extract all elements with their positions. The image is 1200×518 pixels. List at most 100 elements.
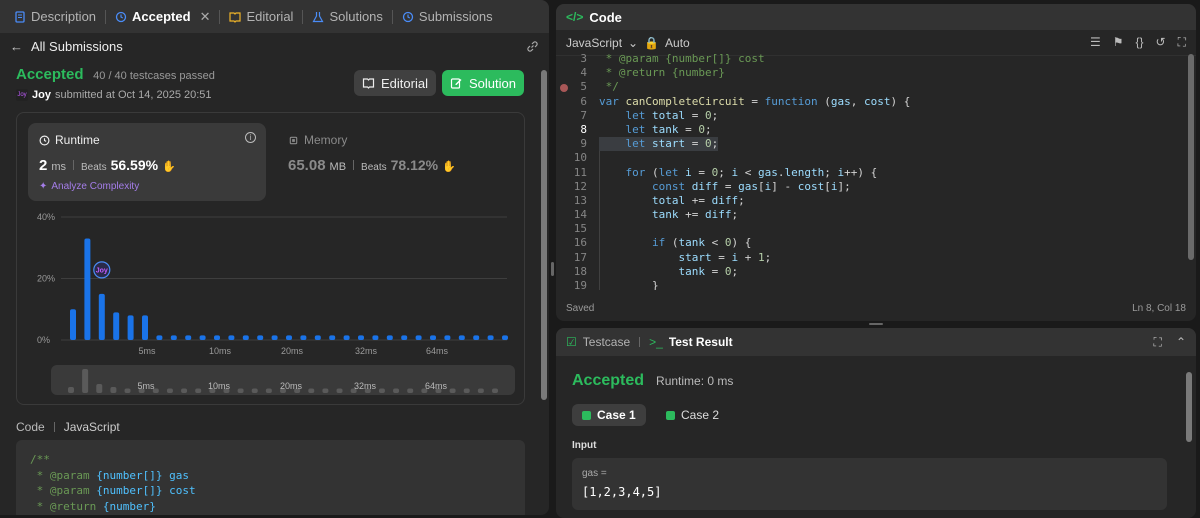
status-accepted: Accepted — [16, 66, 84, 83]
clap-icon: ✋ — [162, 161, 176, 173]
code-line: 17 start = i + 1; — [573, 250, 772, 264]
solution-button[interactable]: Solution — [442, 70, 524, 96]
panel-resizer[interactable] — [549, 0, 556, 515]
tab-description[interactable]: Description — [8, 0, 102, 33]
scrollbar[interactable] — [1186, 372, 1192, 442]
code-line: 7 let total = 0; — [580, 108, 719, 122]
format-icon[interactable]: ☰ — [1090, 35, 1101, 50]
username[interactable]: Joy — [32, 89, 51, 101]
scrollbar[interactable] — [1188, 54, 1194, 260]
auto-mode[interactable]: Auto — [665, 36, 690, 50]
memory-header[interactable]: Memory — [288, 133, 347, 147]
mini-bar — [265, 388, 272, 393]
chart-bar — [415, 335, 422, 340]
tab-solutions-label: Solutions — [329, 9, 383, 24]
close-icon[interactable]: ✕ — [200, 9, 211, 25]
chart-bar — [127, 315, 134, 340]
tab-accepted-label: Accepted — [132, 9, 191, 24]
chart-bar — [271, 335, 278, 340]
bookmark-icon[interactable]: ⚑ — [1113, 35, 1124, 50]
info-icon[interactable]: i — [245, 132, 256, 143]
code-line: 14 tank += diff; — [573, 208, 739, 222]
mini-bar — [336, 388, 343, 393]
input-box[interactable]: gas = [1,2,3,4,5] — [572, 458, 1167, 510]
code-line: 19 } — [573, 279, 659, 290]
editorial-button[interactable]: Editorial — [354, 70, 436, 96]
chart-bar — [142, 315, 148, 340]
submission-panel: Description Accepted ✕ Editorial Solutio… — [0, 0, 549, 515]
chevron-up-icon[interactable]: ⌃ — [1176, 335, 1186, 350]
tab-editorial-label: Editorial — [246, 9, 294, 24]
y-tick-label: 40% — [37, 212, 55, 222]
test-result-summary: Accepted Runtime: 0 ms — [572, 372, 733, 390]
tab-accepted[interactable]: Accepted ✕ — [109, 0, 216, 33]
distribution-range-slider[interactable]: 5ms 10ms 20ms 32ms 64ms — [51, 365, 515, 395]
check-icon — [666, 410, 675, 420]
fullscreen-icon[interactable]: ⛶ — [1178, 35, 1186, 50]
input-value: [1,2,3,4,5] — [582, 485, 662, 499]
avatar[interactable]: Joy — [16, 89, 28, 101]
value-divider — [353, 160, 355, 170]
lock-icon: 🔒 — [644, 35, 660, 50]
code-area[interactable]: 3 * @param {number[]} cost 4 * @return {… — [556, 52, 1196, 290]
resize-handle[interactable] — [869, 323, 883, 325]
tab-editorial[interactable]: Editorial — [223, 0, 299, 33]
expand-icon[interactable]: ⛶ — [1154, 335, 1162, 350]
chevron-down-icon[interactable]: ⌄ — [628, 36, 638, 50]
flask-icon — [312, 11, 324, 22]
chart-bar — [257, 335, 264, 340]
chart-bar — [84, 238, 91, 340]
mini-bar — [181, 388, 188, 393]
test-status: Accepted — [572, 372, 645, 389]
scrollbar[interactable] — [541, 70, 547, 400]
chart-bar — [70, 309, 76, 340]
chart-bar — [502, 335, 508, 340]
tab-test-result[interactable]: Test Result — [669, 335, 733, 349]
runtime-box[interactable]: Runtime i 2 ms Beats 56.59% ✋ ✦ Analyze … — [28, 123, 266, 201]
tab-testcase[interactable]: Testcase — [583, 335, 630, 349]
reset-icon[interactable]: ↺ — [1156, 35, 1166, 50]
x-tick-label: 32ms — [355, 346, 378, 356]
memory-beats-label: Beats — [361, 162, 387, 173]
chart-bar — [473, 335, 480, 340]
code-editor-panel: </> Code JavaScript ⌄ 🔒 Auto ☰ ⚑ {} ↺ ⛶ … — [556, 4, 1196, 321]
analyze-complexity-link[interactable]: ✦ Analyze Complexity — [39, 181, 139, 192]
code-icon: </> — [566, 10, 584, 24]
braces-icon[interactable]: {} — [1136, 35, 1144, 50]
panel-resizer[interactable] — [556, 321, 1196, 327]
editor-title: Code — [589, 9, 622, 25]
tab-divider — [105, 9, 107, 24]
cursor-position: Ln 8, Col 18 — [1132, 302, 1186, 314]
problem-tabs: Description Accepted ✕ Editorial Solutio… — [0, 0, 549, 33]
all-submissions-link[interactable]: All Submissions — [31, 39, 123, 54]
arrow-left-icon[interactable]: ← — [10, 39, 23, 54]
mini-tick-label: 20ms — [280, 381, 303, 391]
history-icon — [115, 11, 127, 22]
test-panel: ☑ Testcase >_ Test Result ⛶ ⌃ Accepted R… — [556, 328, 1196, 518]
tab-submissions[interactable]: Submissions — [396, 0, 499, 33]
case-2-tab[interactable]: Case 2 — [656, 404, 729, 426]
mini-bar — [477, 388, 484, 393]
memory-unit: MB — [329, 161, 347, 173]
case-1-tab[interactable]: Case 1 — [572, 404, 646, 426]
code-line: * @param {number[]} cost — [30, 484, 196, 497]
code-line: 18 tank = 0; — [573, 264, 739, 278]
mini-bar — [82, 369, 89, 393]
tab-description-label: Description — [31, 9, 97, 24]
mini-bar — [378, 388, 385, 393]
chart-bar — [98, 293, 105, 340]
edit-icon — [450, 78, 462, 89]
book-icon — [362, 78, 375, 89]
runtime-beats-pct: 56.59% — [110, 157, 159, 173]
link-icon[interactable] — [526, 40, 539, 53]
language-select[interactable]: JavaScript — [566, 36, 622, 50]
code-line: 4 * @return {number} — [580, 66, 725, 80]
resize-handle[interactable] — [551, 262, 554, 276]
x-tick-label: 10ms — [209, 346, 232, 356]
tab-solutions[interactable]: Solutions — [306, 0, 388, 33]
input-name: gas = — [582, 468, 607, 479]
result-summary: Accepted 40 / 40 testcases passed Joy Jo… — [16, 66, 215, 101]
chart-bar — [156, 335, 163, 340]
runtime-distribution-chart[interactable]: 40% 20% 0% Joy 5ms 10ms 20ms 32ms 64ms — [17, 207, 526, 367]
testcases-passed: 40 / 40 testcases passed — [93, 70, 215, 82]
